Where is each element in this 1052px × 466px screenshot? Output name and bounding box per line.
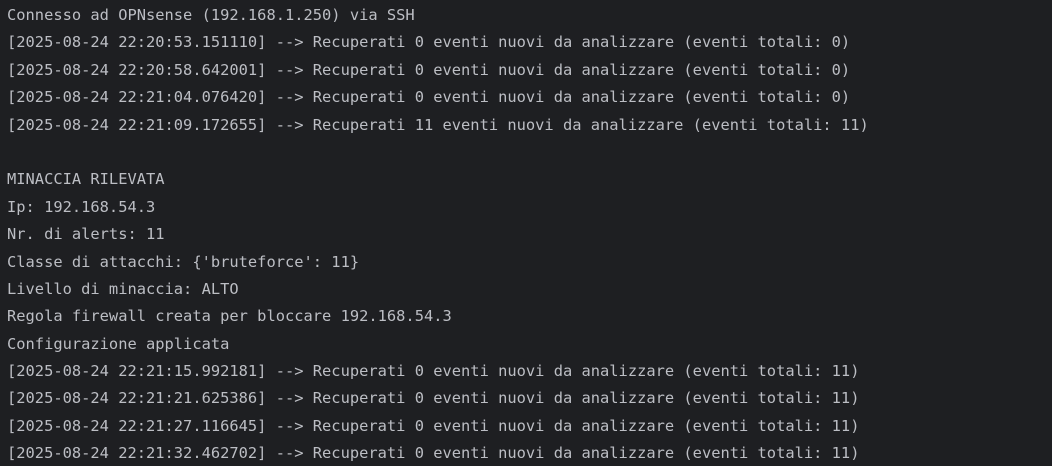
terminal-line-log: [2025-08-24 22:21:15.992181] --> Recuper…: [7, 362, 860, 381]
terminal-line-log: [2025-08-24 22:20:58.642001] --> Recuper…: [7, 60, 851, 79]
terminal-line-log: [2025-08-24 22:21:21.625386] --> Recuper…: [7, 389, 860, 408]
terminal-line-log: [2025-08-24 22:21:04.076420] --> Recuper…: [7, 88, 851, 107]
terminal-line-threat-header: MINACCIA RILEVATA: [7, 170, 165, 189]
terminal-line-threat-ip: Ip: 192.168.54.3: [7, 197, 156, 216]
terminal-line-log: [2025-08-24 22:21:32.462702] --> Recuper…: [7, 444, 860, 463]
terminal-line-threat-level: Livello di minaccia: ALTO: [7, 279, 239, 298]
terminal-line-threat-class: Classe di attacchi: {'bruteforce': 11}: [7, 252, 360, 271]
terminal-line-config-applied: Configurazione applicata: [7, 334, 230, 353]
terminal-output[interactable]: Connesso ad OPNsense (192.168.1.250) via…: [0, 0, 1052, 466]
terminal-line-log: [2025-08-24 22:20:53.151110] --> Recuper…: [7, 33, 851, 52]
terminal-line-connection: Connesso ad OPNsense (192.168.1.250) via…: [7, 6, 415, 24]
terminal-line-threat-alerts: Nr. di alerts: 11: [7, 225, 165, 244]
terminal-line-log: [2025-08-24 22:21:27.116645] --> Recuper…: [7, 416, 860, 435]
terminal-line-log: [2025-08-24 22:21:09.172655] --> Recuper…: [7, 115, 869, 134]
terminal-line-firewall-rule: Regola firewall creata per bloccare 192.…: [7, 307, 452, 326]
